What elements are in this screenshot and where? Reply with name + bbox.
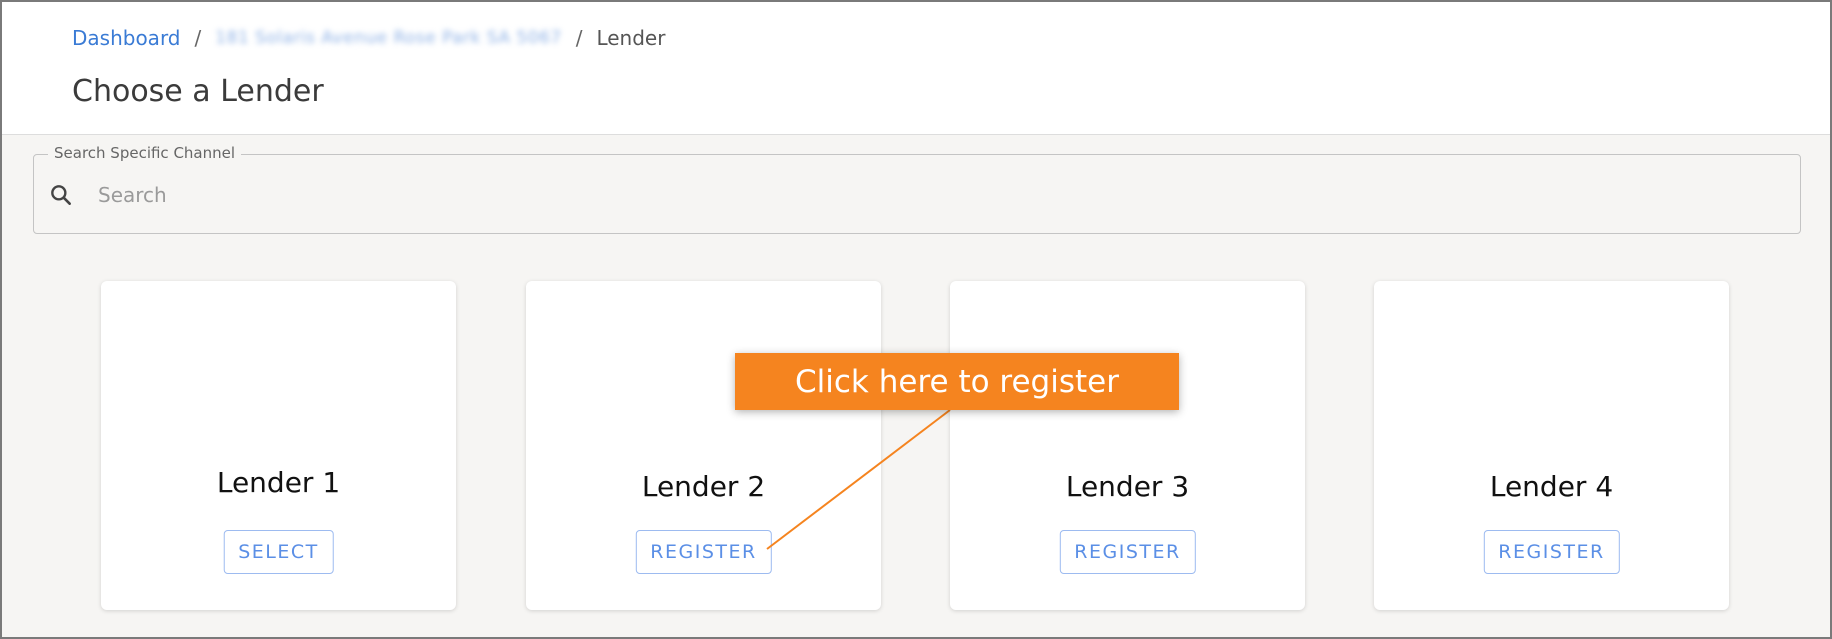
breadcrumb-separator: / [575, 26, 583, 50]
search-field-label: Search Specific Channel [48, 144, 242, 162]
search-icon [51, 185, 71, 205]
app-frame: Dashboard / 181 Solaris Avenue Rose Park… [0, 0, 1832, 639]
breadcrumb-dashboard-link[interactable]: Dashboard [72, 26, 181, 50]
lender-name: Lender 3 [1065, 470, 1190, 503]
register-lender-button[interactable]: REGISTER [1483, 530, 1620, 574]
page-title: Choose a Lender [72, 74, 324, 109]
lender-card-4: Lender 4 REGISTER [1374, 281, 1729, 610]
breadcrumb: Dashboard / 181 Solaris Avenue Rose Park… [72, 24, 665, 52]
breadcrumb-current: Lender [596, 26, 666, 50]
search-input[interactable] [96, 173, 1780, 217]
lender-name: Lender 1 [216, 466, 341, 499]
page-header: Dashboard / 181 Solaris Avenue Rose Park… [2, 2, 1830, 135]
select-lender-button[interactable]: SELECT [223, 530, 334, 574]
lender-card-2: Lender 2 REGISTER [526, 281, 881, 610]
register-lender-button[interactable]: REGISTER [635, 530, 772, 574]
lender-name: Lender 4 [1489, 470, 1614, 503]
breadcrumb-separator: / [194, 26, 202, 50]
search-field: Search Specific Channel [33, 144, 1801, 234]
lender-card-3: Lender 3 REGISTER [950, 281, 1305, 610]
register-callout: Click here to register [735, 353, 1179, 410]
breadcrumb-address-link[interactable]: 181 Solaris Avenue Rose Park SA 5067 [215, 28, 561, 48]
lender-name: Lender 2 [641, 470, 766, 503]
lender-card-1: Lender 1 SELECT [101, 281, 456, 610]
register-lender-button[interactable]: REGISTER [1059, 530, 1196, 574]
